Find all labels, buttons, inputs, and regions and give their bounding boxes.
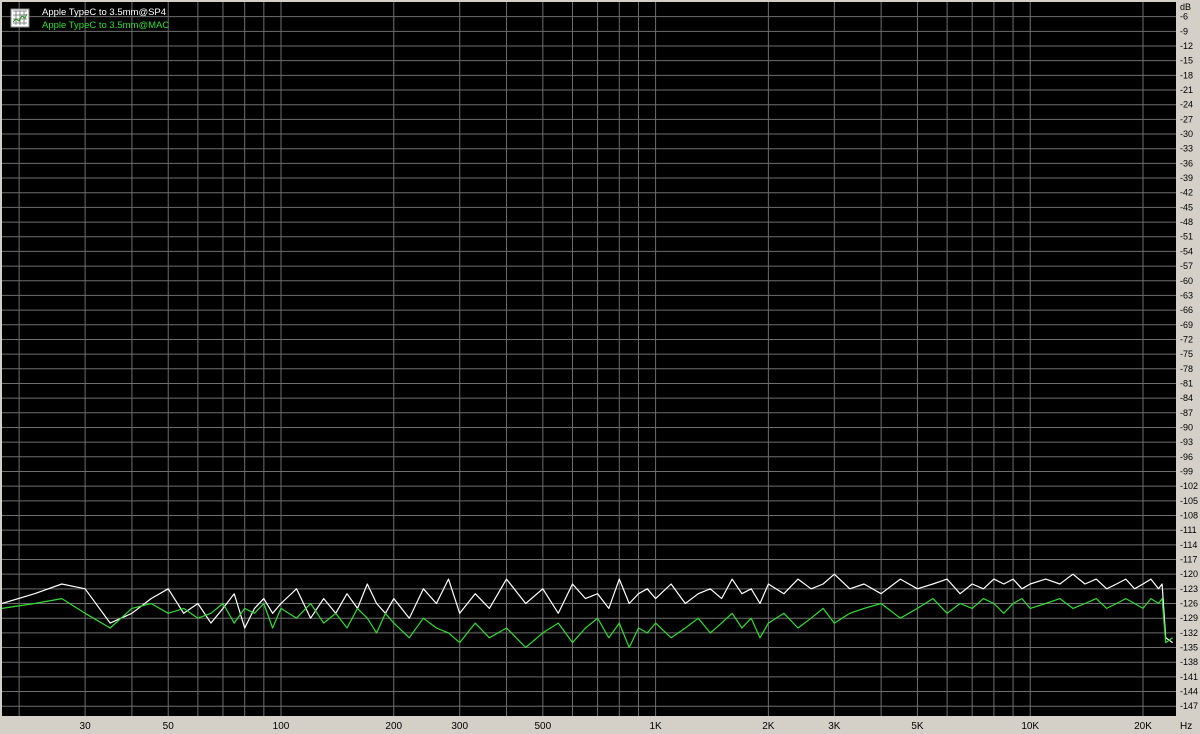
y-tick-label: -27: [1180, 114, 1193, 124]
y-tick-label: -18: [1180, 70, 1193, 80]
y-tick-label: -114: [1180, 540, 1197, 550]
y-tick-label: -96: [1180, 452, 1193, 462]
x-tick-label: 10K: [1021, 721, 1039, 732]
x-tick-label: 500: [534, 721, 551, 732]
y-tick-label: -60: [1180, 276, 1193, 286]
y-tick-label: -141: [1180, 672, 1198, 682]
y-tick-label: -15: [1180, 56, 1193, 66]
x-tick-label: 30: [80, 721, 92, 732]
y-tick-label: -99: [1180, 466, 1193, 476]
x-tick-label: 2K: [762, 721, 775, 732]
y-tick-label: -117: [1180, 555, 1197, 565]
y-tick-label: -69: [1180, 320, 1193, 330]
y-tick-label: -90: [1180, 422, 1193, 432]
y-tick-label: -9: [1180, 26, 1188, 36]
y-tick-label: -72: [1180, 334, 1193, 344]
y-tick-label: -30: [1180, 129, 1193, 139]
y-tick-label: -66: [1180, 305, 1193, 315]
y-tick-label: -108: [1180, 510, 1198, 520]
y-tick-label: -24: [1180, 100, 1193, 110]
y-tick-label: -132: [1180, 628, 1198, 638]
y-tick-label: -42: [1180, 188, 1193, 198]
y-tick-label: -129: [1180, 613, 1198, 623]
y-tick-label: -78: [1180, 364, 1193, 374]
y-tick-label: -147: [1180, 701, 1198, 711]
y-tick-label: -6: [1180, 12, 1188, 22]
y-tick-label: -12: [1180, 41, 1193, 51]
x-tick-label: 1K: [649, 721, 662, 732]
y-tick-label: -54: [1180, 246, 1193, 256]
y-tick-label: -123: [1180, 584, 1198, 594]
y-tick-label: -102: [1180, 481, 1198, 491]
y-tick-label: -45: [1180, 202, 1193, 212]
y-tick-label: -120: [1180, 569, 1198, 579]
y-tick-label: -84: [1180, 393, 1193, 403]
y-tick-label: -105: [1180, 496, 1198, 506]
y-tick-label: -75: [1180, 349, 1193, 359]
x-tick-label: 20K: [1134, 721, 1152, 732]
y-tick-label: -39: [1180, 173, 1193, 183]
y-tick-label: -48: [1180, 217, 1193, 227]
y-tick-label: -135: [1180, 643, 1198, 653]
y-tick-label: -51: [1180, 232, 1193, 242]
y-tick-label: -36: [1180, 158, 1193, 168]
y-tick-label: -57: [1180, 261, 1193, 271]
chart-canvas: dB -6 -9 -12 -15 -18 -21 -24 -27 -30 -33 -36 -39 -42…: [0, 0, 1200, 734]
y-tick-label: -93: [1180, 437, 1193, 447]
legend-entry-sp4: Apple TypeC to 3.5mm@SP4: [42, 7, 166, 18]
y-tick-label: -33: [1180, 144, 1193, 154]
y-tick-label: -63: [1180, 290, 1193, 300]
y-tick-label: -138: [1180, 657, 1198, 667]
x-unit-label: Hz: [1180, 721, 1192, 732]
y-tick-label: -81: [1180, 378, 1193, 388]
y-unit-label: dB: [1180, 2, 1191, 12]
y-tick-label: -21: [1180, 85, 1193, 95]
x-tick-label: 3K: [828, 721, 841, 732]
legend-entry-mac: Apple TypeC to 3.5mm@MAC: [42, 20, 169, 31]
spectrum-icon[interactable]: [10, 8, 30, 28]
x-tick-label: 5K: [911, 721, 924, 732]
x-tick-label: 300: [451, 721, 468, 732]
x-tick-label: 100: [273, 721, 290, 732]
y-tick-label: -111: [1180, 525, 1197, 535]
x-tick-label: 50: [163, 721, 175, 732]
y-tick-label: -126: [1180, 599, 1198, 609]
spectrum-chart: dB -6 -9 -12 -15 -18 -21 -24 -27 -30 -33 -36 -39 -42…: [0, 0, 1200, 734]
x-tick-label: 200: [385, 721, 402, 732]
y-tick-label: -87: [1180, 408, 1193, 418]
y-tick-label: -144: [1180, 687, 1198, 697]
